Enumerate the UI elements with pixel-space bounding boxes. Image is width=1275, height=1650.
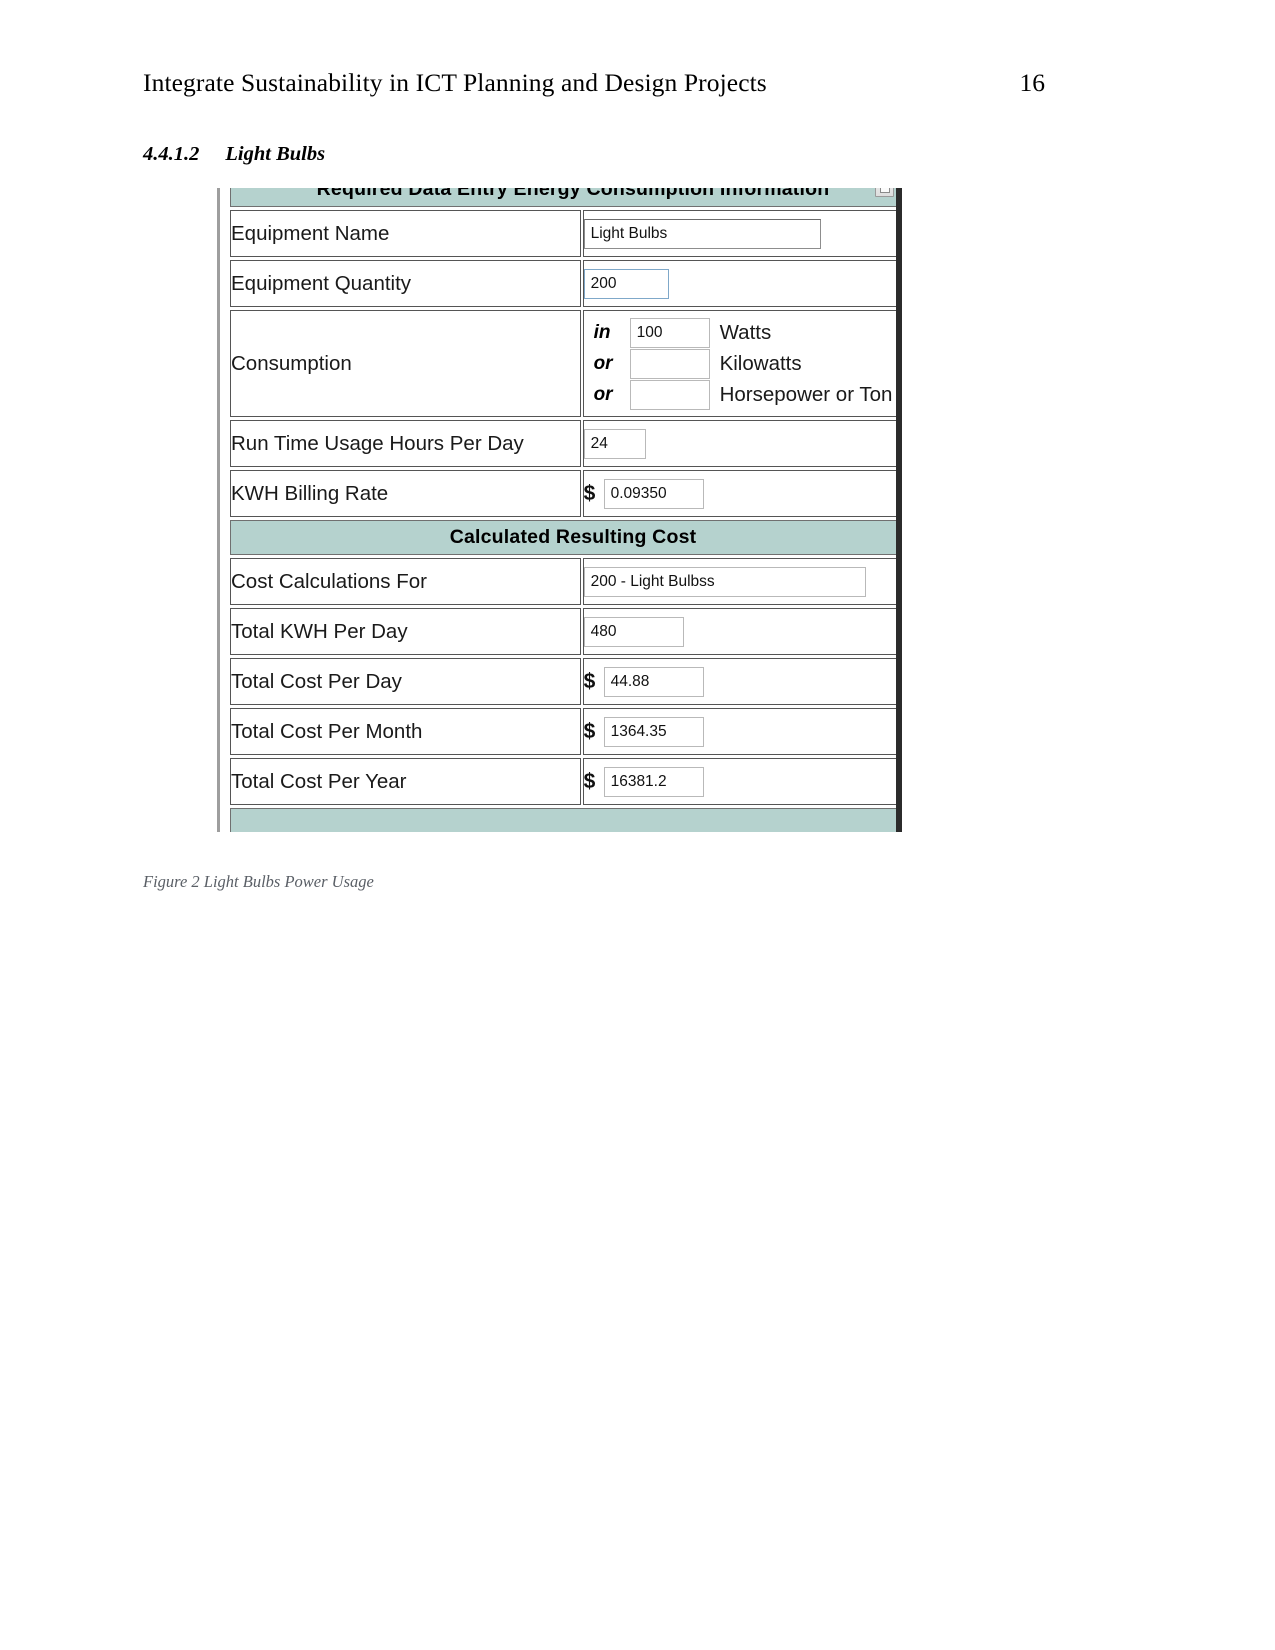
table-row: Run Time Usage Hours Per Day 24 [230, 420, 896, 467]
currency-symbol-cost-per-year: $ [583, 769, 596, 793]
table-row [230, 808, 896, 832]
equipment-quantity-input[interactable]: 200 [583, 268, 669, 299]
equipment-name-input[interactable]: Light Bulbs [583, 218, 821, 249]
consumption-unit-horsepower: Horsepower or Ton [719, 382, 893, 406]
table-row: Total Cost Per Year $16381.2 [230, 758, 896, 805]
total-cost-per-day-value: 44.88 [603, 666, 704, 697]
kwh-billing-rate-input[interactable]: 0.09350 [603, 478, 704, 509]
table-row: Equipment Name Light Bulbs [230, 188, 896, 257]
label-equipment-quantity: Equipment Quantity [230, 260, 581, 307]
cell-cost-calculations-for: 200 - Light Bulbss [582, 558, 896, 605]
run-time-hours-input[interactable]: 24 [583, 428, 646, 459]
banner-required-data-entry: Required Data Entry Energy Consumption I… [230, 188, 896, 207]
table-row: Cost Calculations For 200 - Light Bulbss [230, 558, 896, 605]
label-equipment-name: Equipment Name [230, 210, 581, 257]
embedded-screenshot: Required Data Entry Energy Consumption I… [217, 188, 902, 832]
figure-light-bulbs-power-usage: Required Data Entry Energy Consumption I… [217, 188, 902, 832]
label-total-kwh-per-day: Total KWH Per Day [230, 608, 581, 655]
energy-consumption-form: Required Data Entry Energy Consumption I… [228, 188, 896, 832]
currency-symbol-cost-per-day: $ [583, 669, 596, 693]
table-row: Equipment Quantity 200 [230, 260, 896, 307]
table-row: Consumption in 100 Watts or Kilowatts or… [230, 310, 896, 417]
consumption-prefix-or-2: or [593, 383, 613, 405]
section-title: Light Bulbs [225, 143, 326, 165]
total-cost-per-year-value: 16381.2 [603, 766, 704, 797]
cell-equipment-name: Light Bulbs [582, 188, 896, 257]
cell-run-time-usage-hours: 24 [582, 420, 896, 467]
section-number: 4.4.1.2 [143, 143, 200, 165]
consumption-row-horsepower: or Horsepower or Ton [594, 379, 896, 410]
cell-total-cost-per-day: $44.88 [582, 658, 896, 705]
consumption-horsepower-input[interactable] [629, 379, 710, 410]
cell-consumption: in 100 Watts or Kilowatts or Horsepower … [582, 310, 896, 417]
table-row: Total Cost Per Day $44.88 [230, 658, 896, 705]
document-title: Integrate Sustainability in ICT Planning… [143, 68, 767, 97]
cost-calculations-for-value: 200 - Light Bulbss [583, 566, 866, 597]
consumption-prefix-in: in [593, 321, 611, 343]
cell-total-cost-per-month: $1364.35 [582, 708, 896, 755]
banner-calculated-resulting-cost: Calculated Resulting Cost [230, 520, 896, 555]
label-consumption: Consumption [230, 310, 581, 417]
label-total-cost-per-day: Total Cost Per Day [230, 658, 581, 705]
table-row: Calculated Resulting Cost [230, 520, 896, 555]
consumption-kilowatts-input[interactable] [629, 348, 710, 379]
banner-bottom-clipped [230, 808, 896, 832]
label-cost-calculations-for: Cost Calculations For [230, 558, 581, 605]
cell-kwh-billing-rate: $0.09350 [582, 470, 896, 517]
consumption-prefix-or-1: or [593, 352, 613, 374]
consumption-unit-watts: Watts [719, 320, 772, 344]
section-heading: 4.4.1.2 Light Bulbs [143, 143, 325, 166]
cell-total-cost-per-year: $16381.2 [582, 758, 896, 805]
consumption-watts-input[interactable]: 100 [629, 317, 710, 348]
total-cost-per-month-value: 1364.35 [603, 716, 704, 747]
consumption-row-kilowatts: or Kilowatts [594, 348, 896, 379]
page-header: Integrate Sustainability in ICT Planning… [143, 68, 1045, 98]
consumption-row-watts: in 100 Watts [594, 317, 896, 348]
label-run-time-usage-hours: Run Time Usage Hours Per Day [230, 420, 581, 467]
table-row: Total KWH Per Day 480 [230, 608, 896, 655]
table-row: KWH Billing Rate $0.09350 [230, 470, 896, 517]
label-total-cost-per-year: Total Cost Per Year [230, 758, 581, 805]
cell-equipment-quantity: 200 [582, 260, 896, 307]
page-number: 16 [1019, 68, 1046, 97]
total-kwh-per-day-value: 480 [583, 616, 684, 647]
figure-caption: Figure 2 Light Bulbs Power Usage [143, 872, 374, 891]
table-row: Total Cost Per Month $1364.35 [230, 708, 896, 755]
label-kwh-billing-rate: KWH Billing Rate [230, 470, 581, 517]
currency-symbol-billing-rate: $ [583, 481, 596, 505]
label-total-cost-per-month: Total Cost Per Month [230, 708, 581, 755]
currency-symbol-cost-per-month: $ [583, 719, 596, 743]
consumption-unit-kilowatts: Kilowatts [719, 351, 802, 375]
cell-total-kwh-per-day: 480 [582, 608, 896, 655]
table-row: Required Data Entry Energy Consumption I… [230, 188, 896, 207]
